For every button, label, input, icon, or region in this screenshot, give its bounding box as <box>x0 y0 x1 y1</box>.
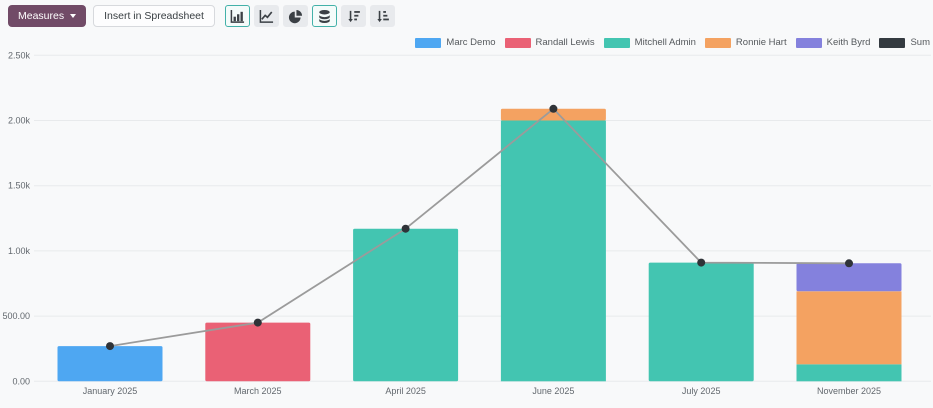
bar-chart-button[interactable] <box>225 5 250 27</box>
graph-view-screen: Measures Insert in Spreadsheet <box>0 0 933 408</box>
y-axis-tick-label: 1.50k <box>8 181 31 191</box>
legend-label: Sum <box>910 37 930 48</box>
sum-line-point[interactable] <box>549 105 557 113</box>
line-chart-icon <box>259 9 274 24</box>
sort-ascending-button[interactable] <box>370 5 395 27</box>
legend-item-mitchell-admin[interactable]: Mitchell Admin <box>604 37 696 48</box>
legend-item-keith-byrd[interactable]: Keith Byrd <box>796 37 871 48</box>
legend-item-sum[interactable]: Sum <box>879 37 930 48</box>
sort-descending-icon <box>346 9 361 24</box>
bar-segment-mitchell-admin[interactable] <box>649 263 754 382</box>
legend-swatch <box>604 38 630 48</box>
y-axis-tick-label: 500.00 <box>2 311 30 321</box>
pie-chart-icon <box>288 9 303 24</box>
measures-button[interactable]: Measures <box>8 5 86 27</box>
bar-segment-marc-demo[interactable] <box>58 346 163 381</box>
sum-line-point[interactable] <box>106 342 114 350</box>
bar-segment-keith-byrd[interactable] <box>797 263 902 291</box>
x-axis-category-label: July 2025 <box>682 386 721 396</box>
legend-label: Keith Byrd <box>827 37 871 48</box>
legend-swatch <box>705 38 731 48</box>
chart-type-button-group <box>225 5 395 27</box>
caret-down-icon <box>70 14 76 18</box>
y-axis-tick-label: 0.00 <box>12 376 30 386</box>
control-panel: Measures Insert in Spreadsheet <box>0 0 933 32</box>
pie-chart-button[interactable] <box>283 5 308 27</box>
x-axis-category-label: April 2025 <box>385 386 426 396</box>
legend-swatch <box>796 38 822 48</box>
legend-swatch <box>415 38 441 48</box>
stacked-toggle-button[interactable] <box>312 5 337 27</box>
stacked-bar-chart: 0.00 500.00 1.00k 1.50k 2.00k 2.50k January 20… <box>0 0 933 408</box>
sum-line-point[interactable] <box>402 225 410 233</box>
bar-chart-icon <box>230 9 245 24</box>
legend-item-marc-demo[interactable]: Marc Demo <box>415 37 495 48</box>
bar-segment-ronnie-hart[interactable] <box>797 291 902 364</box>
legend-swatch <box>505 38 531 48</box>
sort-descending-button[interactable] <box>341 5 366 27</box>
legend-item-randall-lewis[interactable]: Randall Lewis <box>505 37 595 48</box>
stacked-database-icon <box>317 9 332 24</box>
y-axis-tick-label: 2.50k <box>8 50 31 60</box>
insert-in-spreadsheet-button[interactable]: Insert in Spreadsheet <box>93 5 215 27</box>
chart-legend: Marc Demo Randall Lewis Mitchell Admin Ronn… <box>415 37 930 48</box>
bar-segment-mitchell-admin[interactable] <box>501 121 606 382</box>
legend-label: Marc Demo <box>446 37 495 48</box>
bar-segment-mitchell-admin[interactable] <box>797 364 902 381</box>
legend-label: Mitchell Admin <box>635 37 696 48</box>
sum-line-point[interactable] <box>254 319 262 327</box>
y-axis-tick-label: 2.00k <box>8 116 31 126</box>
measures-label: Measures <box>18 10 64 22</box>
bar-segment-randall-lewis[interactable] <box>205 323 310 382</box>
x-axis-category-label: June 2025 <box>532 386 574 396</box>
legend-label: Randall Lewis <box>536 37 595 48</box>
legend-label: Ronnie Hart <box>736 37 787 48</box>
sum-line-point[interactable] <box>697 259 705 267</box>
sum-line-point[interactable] <box>845 259 853 267</box>
line-chart-button[interactable] <box>254 5 279 27</box>
y-axis-tick-label: 1.00k <box>8 246 31 256</box>
x-axis-category-label: January 2025 <box>83 386 138 396</box>
x-axis-category-label: November 2025 <box>817 386 881 396</box>
x-axis-category-label: March 2025 <box>234 386 282 396</box>
sort-ascending-icon <box>375 9 390 24</box>
legend-swatch <box>879 38 905 48</box>
legend-item-ronnie-hart[interactable]: Ronnie Hart <box>705 37 787 48</box>
